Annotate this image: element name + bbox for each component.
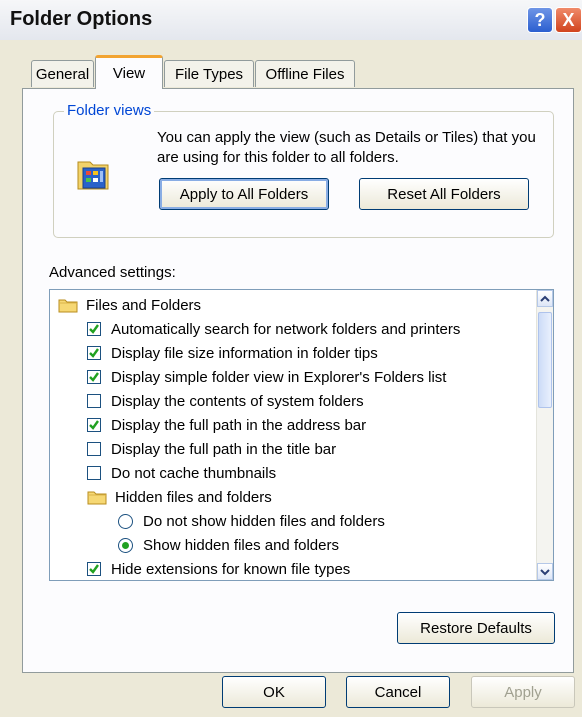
radio-button[interactable] xyxy=(118,513,133,529)
advanced-settings-label: Advanced settings: xyxy=(49,264,176,281)
checkbox[interactable] xyxy=(87,370,101,384)
list-item-label: Display the contents of system folders xyxy=(111,392,364,410)
list-category: Files and Folders xyxy=(58,293,201,317)
list-item-checkbox[interactable]: Display file size information in folder … xyxy=(87,341,378,365)
folder-icon xyxy=(58,299,78,313)
help-button[interactable]: ? xyxy=(527,7,553,33)
checkbox[interactable] xyxy=(87,322,101,336)
list-item-checkbox[interactable]: Display the full path in the title bar xyxy=(87,437,336,461)
close-icon: X xyxy=(562,9,575,30)
scroll-down-button[interactable] xyxy=(537,563,553,580)
checkbox[interactable] xyxy=(87,346,101,360)
scroll-thumb[interactable] xyxy=(538,312,552,408)
list-item-label: Display simple folder view in Explorer's… xyxy=(111,368,447,386)
title-bar: Folder Options ? X xyxy=(0,0,582,40)
list-item-label: Display file size information in folder … xyxy=(111,344,378,362)
scroll-up-button[interactable] xyxy=(537,290,553,307)
list-item-label: Hide extensions for known file types xyxy=(111,560,351,578)
vertical-scrollbar[interactable] xyxy=(536,290,553,580)
folder-views-group-label: Folder views xyxy=(64,102,155,119)
list-item-radio[interactable]: Do not show hidden files and folders xyxy=(118,509,385,533)
checkbox[interactable] xyxy=(87,418,101,432)
help-icon: ? xyxy=(534,9,546,30)
ok-label: OK xyxy=(263,683,285,701)
folder-views-description: You can apply the view (such as Details … xyxy=(157,129,536,166)
list-item-label: Files and Folders xyxy=(86,296,202,314)
view-tab-panel: Folder views You can apply the view (suc… xyxy=(22,88,574,673)
apply-to-all-folders-label: Apply to All Folders xyxy=(179,185,309,203)
cancel-button[interactable]: Cancel xyxy=(346,676,450,708)
list-item-checkbox[interactable]: Do not cache thumbnails xyxy=(87,461,276,485)
list-item-radio[interactable]: Show hidden files and folders xyxy=(118,533,339,557)
list-item-label: Display the full path in the title bar xyxy=(111,440,337,458)
cancel-label: Cancel xyxy=(374,683,422,701)
folder-icon xyxy=(87,491,107,505)
window-title: Folder Options xyxy=(10,8,153,30)
tab-general[interactable]: General xyxy=(31,60,94,87)
reset-all-folders-button[interactable]: Reset All Folders xyxy=(359,178,529,210)
ok-button[interactable]: OK xyxy=(222,676,326,708)
list-item-checkbox[interactable]: Display the full path in the address bar xyxy=(87,413,366,437)
list-item-checkbox[interactable]: Display the contents of system folders xyxy=(87,389,364,413)
advanced-settings-list[interactable]: Files and Folders Automatically search fo… xyxy=(49,289,554,581)
dialog-body: General View File Types Offline Files Fo… xyxy=(0,40,582,717)
apply-label: Apply xyxy=(504,683,542,701)
checkbox[interactable] xyxy=(87,442,101,456)
restore-defaults-button[interactable]: Restore Defaults xyxy=(397,612,555,644)
apply-button[interactable]: Apply xyxy=(471,676,575,708)
restore-defaults-label: Restore Defaults xyxy=(420,619,532,637)
chevron-down-icon xyxy=(540,568,550,575)
checkbox[interactable] xyxy=(87,394,101,408)
checkbox[interactable] xyxy=(87,466,101,480)
radio-button[interactable] xyxy=(118,537,133,553)
list-item-checkbox[interactable]: Hide extensions for known file types xyxy=(87,557,351,580)
list-item-label: Show hidden files and folders xyxy=(143,536,339,554)
list-category: Hidden files and folders xyxy=(87,485,272,509)
tab-offline-files[interactable]: Offline Files xyxy=(255,60,355,87)
apply-to-all-folders-button[interactable]: Apply to All Folders xyxy=(159,178,329,210)
chevron-up-icon xyxy=(540,295,550,302)
list-item-label: Do not cache thumbnails xyxy=(111,464,277,482)
close-button[interactable]: X xyxy=(555,7,582,33)
list-item-label: Automatically search for network folders… xyxy=(111,320,461,338)
folder-views-group: Folder views You can apply the view (suc… xyxy=(53,102,554,238)
reset-all-folders-label: Reset All Folders xyxy=(387,185,501,203)
folder-views-icon xyxy=(74,154,114,198)
list-item-checkbox[interactable]: Automatically search for network folders… xyxy=(87,317,460,341)
checkbox[interactable] xyxy=(87,562,101,576)
list-item-label: Do not show hidden files and folders xyxy=(143,512,385,530)
tab-view[interactable]: View xyxy=(95,55,163,89)
list-item-label: Hidden files and folders xyxy=(115,488,272,506)
list-item-checkbox[interactable]: Display simple folder view in Explorer's… xyxy=(87,365,446,389)
tab-file-types[interactable]: File Types xyxy=(164,60,254,87)
list-item-label: Display the full path in the address bar xyxy=(111,416,367,434)
